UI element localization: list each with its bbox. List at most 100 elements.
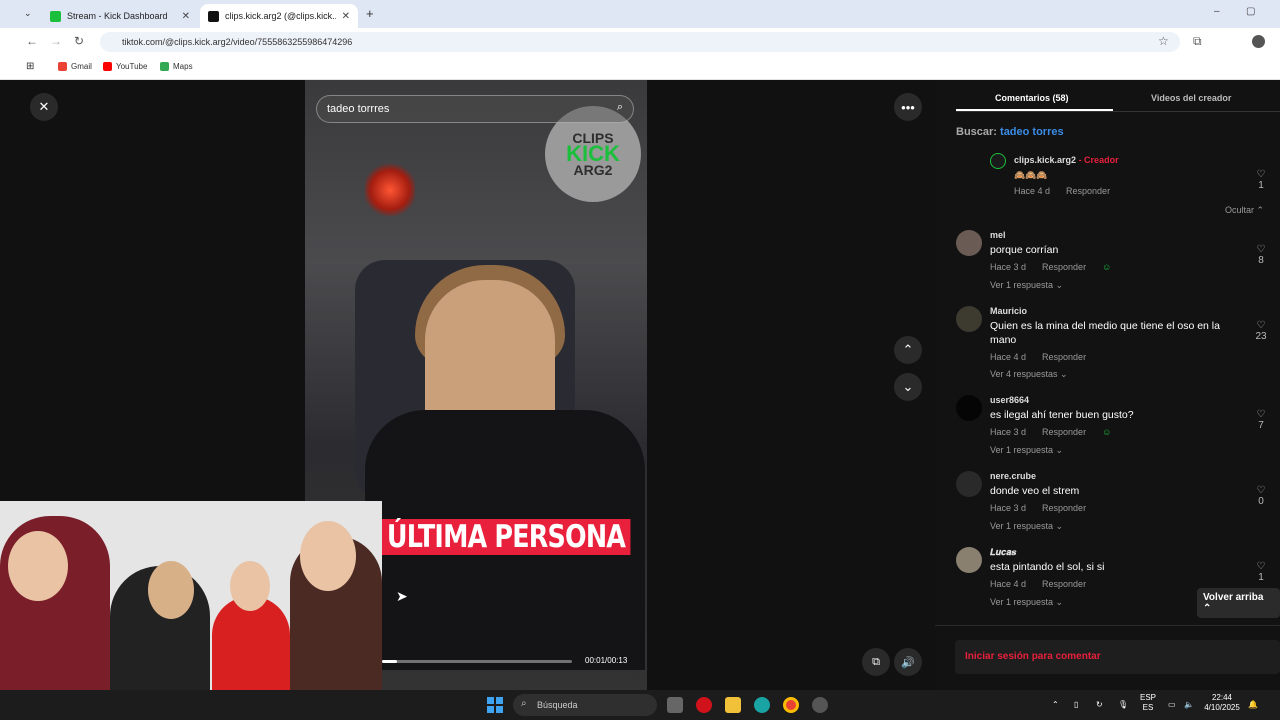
bookmark-gmail[interactable]: Gmail bbox=[58, 62, 92, 71]
url-input[interactable]: tiktok.com/@clips.kick.arg2/video/755586… bbox=[100, 32, 1180, 52]
close-tab-icon[interactable]: ✕ bbox=[182, 11, 190, 22]
close-player-button[interactable]: ✕ bbox=[30, 93, 58, 121]
hide-replies-button[interactable]: Ocultar ⌃ bbox=[1225, 205, 1264, 216]
close-tab-icon[interactable]: ✕ bbox=[342, 11, 350, 22]
new-tab-icon[interactable]: + bbox=[366, 6, 374, 21]
avatar[interactable] bbox=[956, 306, 982, 332]
avatar[interactable] bbox=[956, 471, 982, 497]
apps-icon[interactable]: ⊞ bbox=[26, 61, 34, 72]
face-3 bbox=[230, 561, 270, 611]
tab-creator-videos[interactable]: Videos del creador bbox=[1151, 93, 1231, 103]
gmail-icon bbox=[58, 62, 67, 71]
forward-icon[interactable]: → bbox=[50, 34, 62, 48]
back-icon[interactable]: ← bbox=[26, 34, 38, 48]
login-to-comment-button[interactable]: Iniciar sesión para comentar bbox=[955, 640, 1280, 674]
comment-author[interactable]: Mauricio bbox=[990, 306, 1027, 316]
previous-video-button[interactable]: ⌃ bbox=[894, 336, 922, 364]
reply-button[interactable]: Responder bbox=[1066, 186, 1110, 196]
view-replies-button[interactable]: Ver 1 respuesta ⌄ bbox=[990, 280, 1063, 291]
comment-item: Mauricio Quien es la mina del medio que … bbox=[956, 306, 1280, 386]
tray-volume-icon[interactable]: 🔈 bbox=[1184, 700, 1194, 710]
comment-search-row: Buscar: tadeo torres bbox=[956, 126, 1064, 138]
face-4 bbox=[300, 521, 356, 591]
more-options-button[interactable]: ••• bbox=[894, 93, 922, 121]
app-icon[interactable] bbox=[812, 697, 828, 713]
task-view-icon[interactable] bbox=[667, 697, 683, 713]
language-indicator[interactable]: ESP ES bbox=[1140, 693, 1156, 713]
reply-button[interactable]: Responder bbox=[1042, 352, 1086, 362]
comment-meta: Hace 3 d Responder ☺ bbox=[990, 262, 1127, 272]
next-video-button[interactable]: ⌄ bbox=[894, 373, 922, 401]
notification-bell-icon[interactable]: 🔔 bbox=[1248, 700, 1258, 710]
search-icon[interactable]: ⌕ bbox=[617, 101, 623, 114]
url-text: tiktok.com/@clips.kick.arg2/video/755586… bbox=[122, 37, 353, 47]
tray-mic-icon[interactable]: 🎙 bbox=[1118, 700, 1128, 710]
volume-button[interactable]: 🔊 bbox=[894, 648, 922, 676]
bookmark-youtube[interactable]: YouTube bbox=[103, 62, 147, 71]
avatar[interactable] bbox=[956, 395, 982, 421]
like-button[interactable]: ♡ 23 bbox=[1254, 320, 1268, 342]
search-icon: ⌕ bbox=[521, 698, 527, 709]
logo-line-2: KICK bbox=[566, 141, 620, 166]
tab-tiktok[interactable]: clips.kick.arg2 (@clips.kick... ✕ bbox=[200, 4, 358, 28]
comment-author[interactable]: nere.crube bbox=[990, 471, 1036, 481]
bookmark-star-icon[interactable]: ☆ bbox=[1158, 34, 1169, 48]
opera-icon[interactable] bbox=[696, 697, 712, 713]
reply-button[interactable]: Responder bbox=[1042, 262, 1086, 272]
maximize-icon[interactable]: ▢ bbox=[1246, 6, 1255, 17]
tab-kick-dashboard[interactable]: Stream - Kick Dashboard ✕ bbox=[42, 4, 198, 28]
comment-time: Hace 3 d bbox=[990, 503, 1027, 513]
minimize-icon[interactable]: – bbox=[1214, 6, 1220, 17]
like-button[interactable]: ♡ 8 bbox=[1254, 244, 1268, 266]
comment-author[interactable]: 𝑳𝒖𝒄𝒂𝒔 bbox=[990, 547, 1016, 558]
webcam-overlay bbox=[0, 501, 382, 716]
avatar[interactable] bbox=[956, 547, 982, 573]
heart-icon: ♡ bbox=[1256, 244, 1266, 255]
like-count: 7 bbox=[1258, 420, 1264, 431]
comment-text: 🙈🙈🙈 bbox=[1014, 170, 1048, 180]
clock-time: 22:44 bbox=[1211, 693, 1233, 702]
like-button[interactable]: ♡ 1 bbox=[1254, 561, 1268, 583]
view-replies-button[interactable]: Ver 1 respuesta ⌄ bbox=[990, 597, 1063, 608]
comment-time: Hace 4 d bbox=[1014, 186, 1051, 196]
edge-icon[interactable] bbox=[754, 697, 770, 713]
like-count: 23 bbox=[1255, 331, 1267, 342]
chrome-icon[interactable] bbox=[783, 697, 799, 713]
reply-button[interactable]: Responder bbox=[1042, 503, 1086, 513]
video-progress-bar[interactable] bbox=[382, 660, 572, 663]
tray-network-icon[interactable]: ▭ bbox=[1168, 700, 1176, 710]
comment-author[interactable]: clips.kick.arg2 - Creador bbox=[1014, 155, 1119, 165]
tray-usb-icon[interactable]: ▯ bbox=[1074, 700, 1078, 710]
search-term-link[interactable]: tadeo torres bbox=[1000, 126, 1064, 138]
taskbar-search-input[interactable]: ⌕ Búsqueda bbox=[513, 694, 657, 716]
clock[interactable]: 22:44 4/10/2025 bbox=[1200, 693, 1244, 713]
profile-avatar[interactable] bbox=[1252, 35, 1265, 48]
tray-sync-icon[interactable]: ↻ bbox=[1096, 700, 1103, 710]
tab-search-icon[interactable]: ⌄ bbox=[24, 8, 32, 19]
reply-button[interactable]: Responder bbox=[1042, 427, 1086, 437]
comment-author[interactable]: user8664 bbox=[990, 395, 1029, 405]
reply-button[interactable]: Responder bbox=[1042, 579, 1086, 589]
tray-chevron-icon[interactable]: ⌃ bbox=[1052, 700, 1059, 710]
comment-text: esta pintando el sol, si si bbox=[990, 561, 1105, 573]
extensions-icon[interactable]: ⧉ bbox=[1193, 34, 1202, 49]
file-explorer-icon[interactable] bbox=[725, 697, 741, 713]
view-replies-button[interactable]: Ver 1 respuesta ⌄ bbox=[990, 445, 1063, 456]
like-button[interactable]: ♡ 1 bbox=[1254, 169, 1268, 191]
avatar[interactable] bbox=[956, 230, 982, 256]
back-to-top-button[interactable]: Volver arriba ⌃ bbox=[1197, 588, 1280, 618]
reload-icon[interactable]: ↻ bbox=[74, 34, 84, 48]
video-search-input[interactable]: tadeo torrres ⌕ bbox=[316, 95, 634, 123]
view-replies-button[interactable]: Ver 4 respuestas ⌄ bbox=[990, 369, 1068, 380]
windows-start-icon[interactable] bbox=[487, 697, 503, 713]
view-replies-button[interactable]: Ver 1 respuesta ⌄ bbox=[990, 521, 1063, 532]
tab-comments[interactable]: Comentarios (58) bbox=[995, 93, 1069, 103]
like-button[interactable]: ♡ 7 bbox=[1254, 409, 1268, 431]
bookmarks-bar: ⊞ Gmail YouTube Maps bbox=[0, 56, 1280, 80]
avatar[interactable] bbox=[990, 153, 1006, 169]
bookmark-maps[interactable]: Maps bbox=[160, 62, 193, 71]
like-button[interactable]: ♡ 0 bbox=[1254, 485, 1268, 507]
pip-button[interactable]: ⧉ bbox=[862, 648, 890, 676]
comment-author[interactable]: mel bbox=[990, 230, 1006, 240]
comment-meta: Hace 4 d Responder bbox=[990, 579, 1102, 589]
